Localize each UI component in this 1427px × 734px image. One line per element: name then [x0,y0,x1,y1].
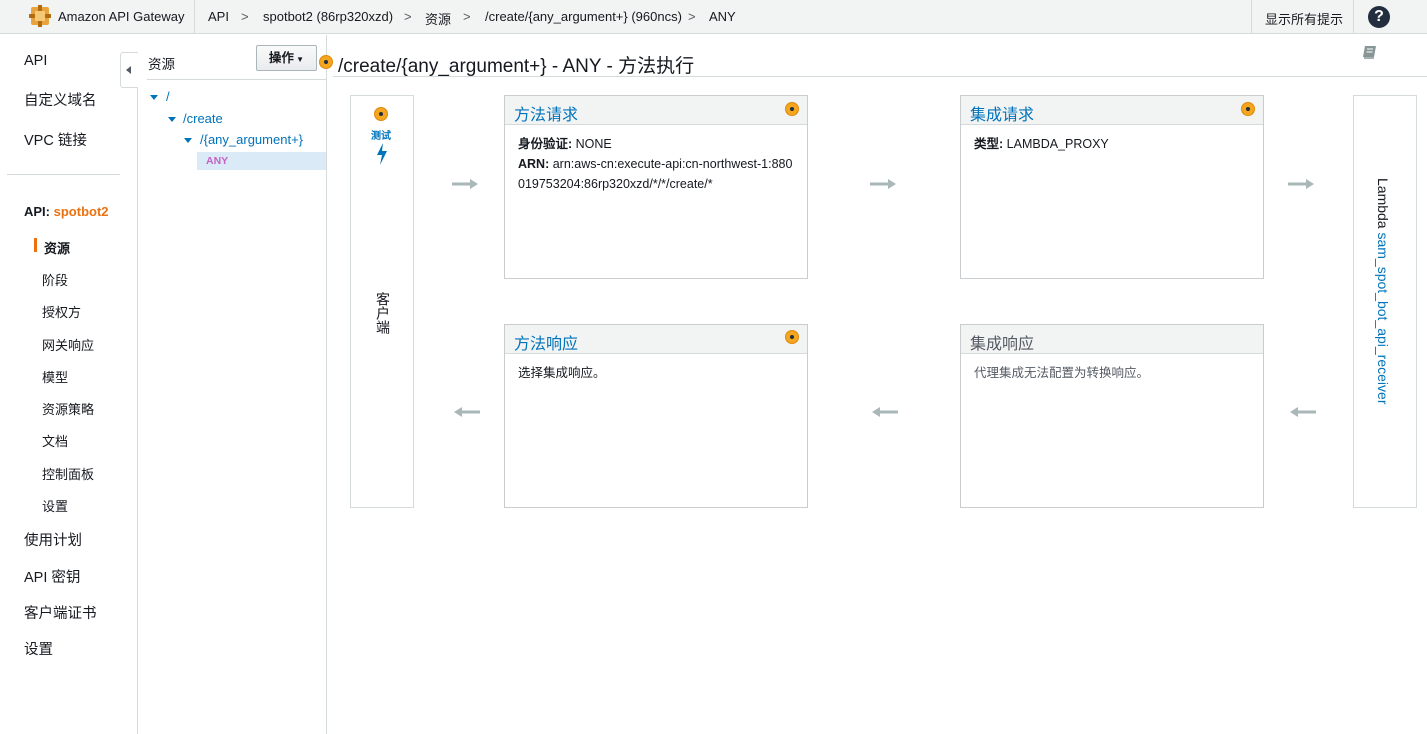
breadcrumb-method[interactable]: ANY [709,9,736,24]
panel-header: 方法请求 [505,96,807,125]
expand-arrow-icon[interactable] [184,138,192,143]
book-icon[interactable] [1362,45,1378,59]
breadcrumb-resource-path[interactable]: /create/{any_argument+} (960ncs) [485,9,682,24]
auth-value: NONE [575,137,612,151]
breadcrumb-separator: > [688,9,696,24]
integration-response-panel: 集成响应 代理集成无法配置为转换响应。 [960,324,1264,508]
info-hint-icon[interactable] [785,330,799,344]
nav-item-models[interactable]: 模型 [42,367,68,386]
arrow-left-icon [872,407,898,417]
info-hint-icon[interactable] [785,102,799,116]
top-bar: Amazon API Gateway API > spotbot2 (86rp3… [0,0,1427,34]
nav-item-resource-policy[interactable]: 资源策略 [42,399,94,418]
nav-item-usage-plans[interactable]: 使用计划 [24,529,82,550]
type-label: 类型: [974,137,1004,151]
api-prefix: API: [24,204,50,219]
arrow-right-icon [452,179,478,189]
panel-header: 方法响应 [505,325,807,354]
actions-label: 操作 [268,51,294,65]
lambda-function-link[interactable]: sam_spot_bot_api_receiver [1375,232,1391,404]
actions-dropdown-button[interactable]: 操作 ▼ [256,45,317,71]
method-request-link[interactable]: 方法请求 [514,101,578,125]
breadcrumb-api[interactable]: API [208,9,229,24]
arn-value: arn:aws-cn:execute-api:cn-northwest-1:88… [518,157,793,191]
divider [147,79,326,80]
nav-item-gateway-responses[interactable]: 网关响应 [42,335,94,354]
nav-border [137,52,138,734]
integration-response-body: 代理集成无法配置为转换响应。 [974,366,1150,380]
lambda-prefix: Lambda [1375,178,1391,229]
nav-item-stages[interactable]: 阶段 [42,270,68,289]
expand-arrow-icon[interactable] [168,117,176,122]
show-all-hints-link[interactable]: 显示所有提示 [1265,9,1343,28]
arrow-right-icon [870,179,896,189]
page-title: /create/{any_argument+} - ANY - 方法执行 [338,56,695,77]
nav-item-api[interactable]: API [24,53,47,69]
resources-heading: 资源 [148,57,175,72]
breadcrumb-resources[interactable]: 资源 [425,9,451,28]
info-hint-icon[interactable] [374,107,388,121]
arrow-left-icon [454,407,480,417]
nav-item-settings[interactable]: 设置 [24,638,53,659]
lightning-bolt-icon[interactable] [375,143,389,165]
tree-border [326,35,327,734]
integration-request-panel: 集成请求 类型: LAMBDA_PROXY [960,95,1264,279]
divider [1251,0,1252,34]
tree-node-method-any[interactable]: ANY [206,155,228,167]
panel-header: 集成请求 [961,96,1263,125]
breadcrumb-separator: > [463,9,471,24]
info-hint-icon[interactable] [1241,102,1255,116]
test-link[interactable]: 测试 [371,127,391,142]
active-indicator [34,238,37,252]
panel-header: 集成响应 [961,325,1263,354]
tree-node-create[interactable]: /create [183,111,223,126]
nav-item-api-settings[interactable]: 设置 [42,496,68,515]
api-name[interactable]: spotbot2 [54,204,109,219]
breadcrumb-api-name[interactable]: spotbot2 (86rp320xzd) [263,9,393,24]
client-label: 客户端 [375,292,391,334]
help-icon[interactable]: ? [1368,6,1390,28]
nav-divider [7,174,120,175]
integration-request-body: 类型: LAMBDA_PROXY [974,134,1254,154]
info-hint-icon[interactable] [319,55,333,69]
caret-down-icon: ▼ [293,55,305,64]
integration-response-title: 集成响应 [970,336,1035,353]
nav-item-custom-domains[interactable]: 自定义域名 [24,89,97,110]
arrow-left-icon [1290,407,1316,417]
service-name[interactable]: Amazon API Gateway [58,9,184,24]
divider [1353,0,1354,34]
arrow-right-icon [1288,179,1314,189]
title-divider [333,76,1427,77]
tree-node-root[interactable]: / [166,89,170,104]
api-gateway-logo-icon[interactable] [29,5,51,27]
nav-item-client-certificates[interactable]: 客户端证书 [24,602,97,623]
nav-item-resources[interactable]: 资源 [44,238,70,257]
nav-item-api-keys[interactable]: API 密钥 [24,566,80,587]
integration-request-link[interactable]: 集成请求 [970,101,1034,125]
method-response-body: 选择集成响应。 [518,366,606,380]
method-request-panel: 方法请求 身份验证: NONE ARN: arn:aws-cn:execute-… [504,95,808,279]
auth-label: 身份验证: [518,137,573,151]
current-api-label: API: spotbot2 [24,204,109,219]
divider [194,0,195,34]
arn-label: ARN: [518,157,550,171]
nav-item-authorizers[interactable]: 授权方 [42,302,81,321]
breadcrumb-separator: > [241,9,249,24]
breadcrumb-separator: > [404,9,412,24]
nav-item-vpc-links[interactable]: VPC 链接 [24,129,87,150]
type-value: LAMBDA_PROXY [1006,137,1109,151]
nav-item-documentation[interactable]: 文档 [42,431,68,450]
method-response-panel: 方法响应 选择集成响应。 [504,324,808,508]
chevron-left-icon [126,66,131,74]
method-response-link[interactable]: 方法响应 [514,330,578,354]
expand-arrow-icon[interactable] [150,95,158,100]
nav-item-dashboard[interactable]: 控制面板 [42,464,94,483]
method-request-body: 身份验证: NONE ARN: arn:aws-cn:execute-api:c… [518,134,798,194]
collapse-nav-button[interactable] [120,52,138,88]
lambda-label: Lambda sam_spot_bot_api_receiver [1375,178,1391,404]
arn-row: ARN: arn:aws-cn:execute-api:cn-northwest… [518,154,798,194]
tree-node-any-argument[interactable]: /{any_argument+} [200,132,303,147]
auth-row: 身份验证: NONE [518,134,798,154]
type-row: 类型: LAMBDA_PROXY [974,134,1254,154]
